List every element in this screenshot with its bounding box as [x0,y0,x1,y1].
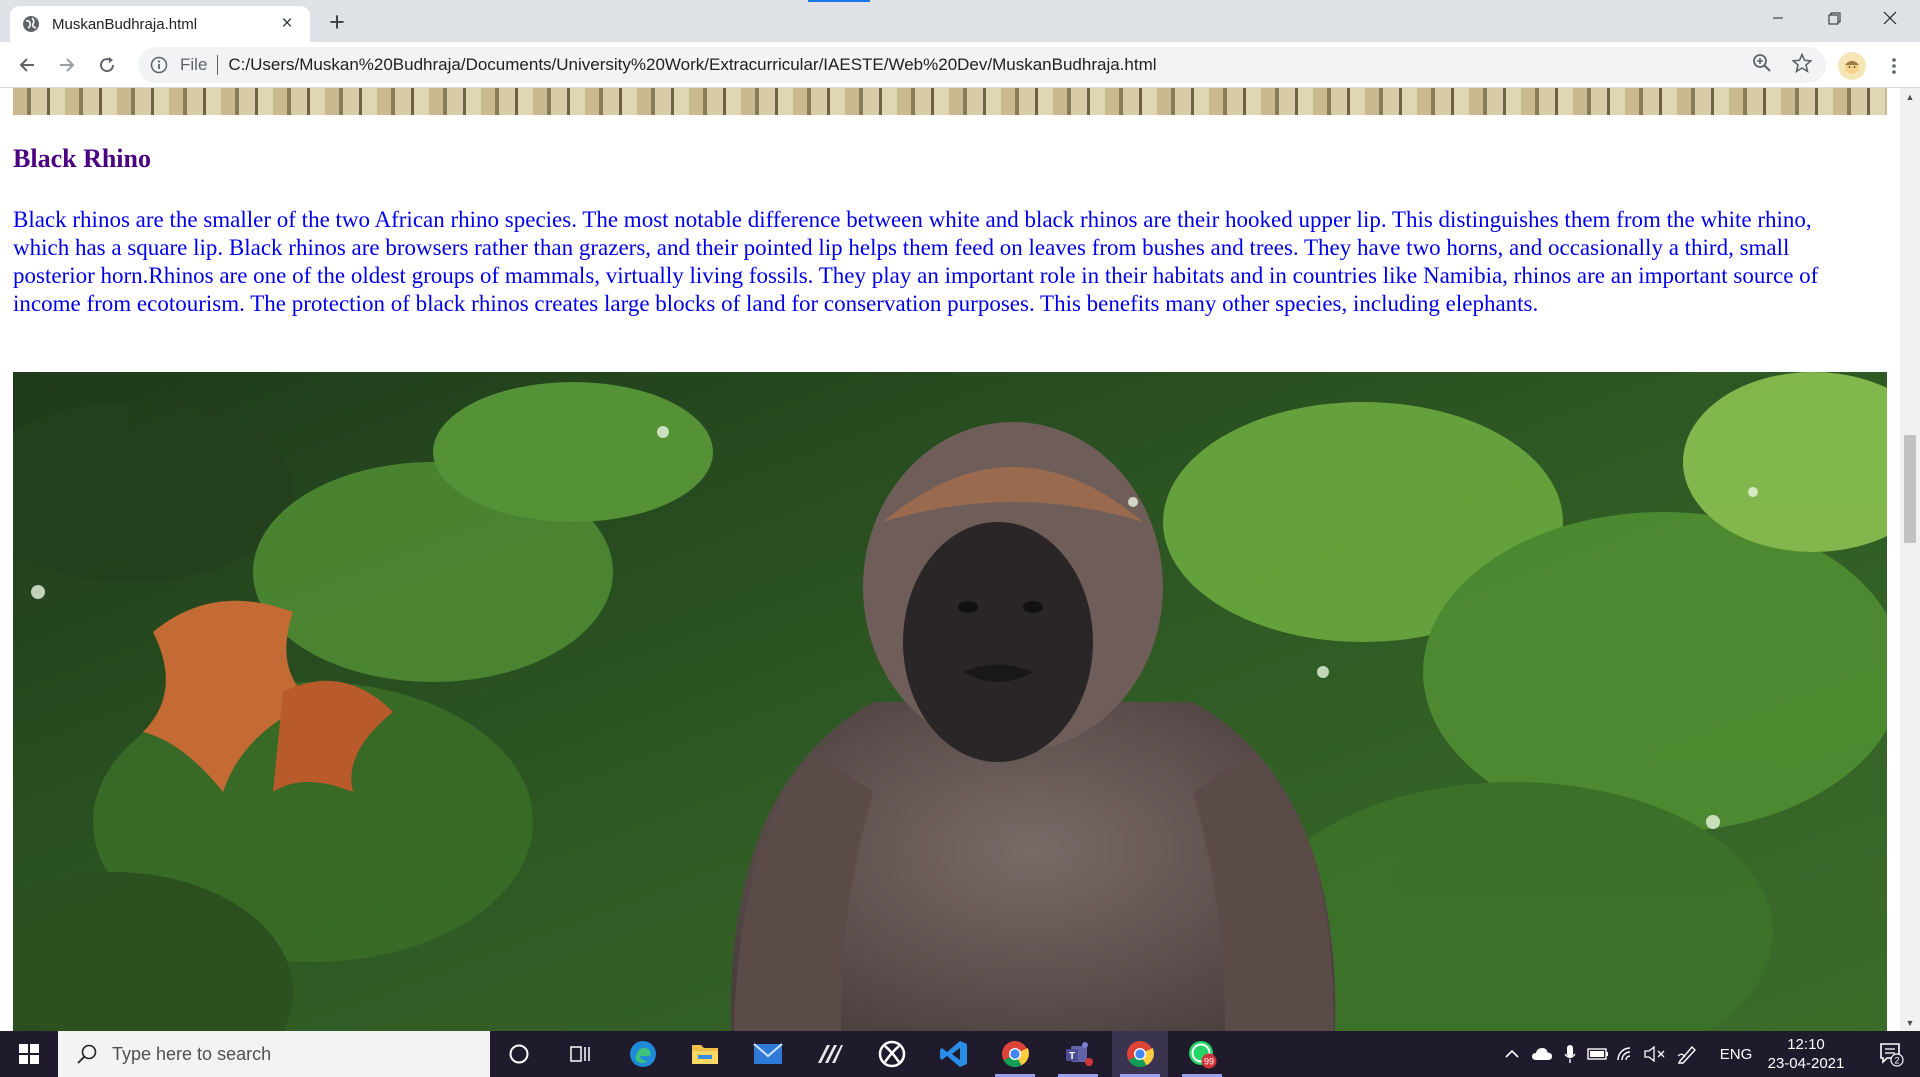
microphone-button[interactable] [1560,1031,1580,1077]
scroll-up-arrow-icon[interactable]: ▲ [1900,88,1920,105]
chrome-window-button[interactable] [1112,1031,1168,1077]
search-icon [77,1044,97,1064]
forward-icon [60,58,75,72]
pen-icon [1677,1045,1696,1064]
tab-strip: MuskanBudhraja.html × + [0,0,1920,42]
info-icon[interactable] [150,56,168,74]
windows-taskbar: Type here to search T 99 ENG 12:10 23-04… [0,1031,1920,1077]
cortana-button[interactable] [491,1031,547,1077]
tab-close-icon[interactable]: × [276,13,298,35]
zoom-button[interactable] [1750,51,1774,75]
mail-icon [753,1043,783,1064]
menu-icon [1892,58,1896,74]
whatsapp-icon: 99 [1189,1041,1217,1069]
url-text[interactable]: C:/Users/Muskan%20Budhraja/Documents/Uni… [228,55,1156,75]
volume-muted-icon [1644,1046,1665,1062]
new-tab-button[interactable]: + [322,7,352,37]
teams-button[interactable]: T [1050,1031,1106,1077]
url-scheme-label: File [180,55,208,74]
star-icon [1792,53,1812,73]
notification-icon: 2 [1880,1043,1904,1067]
file-explorer-icon [692,1045,718,1064]
notification-count: 2 [1894,1056,1899,1066]
whatsapp-badge: 99 [1204,1057,1214,1067]
chrome-icon [1127,1041,1154,1068]
menu-button[interactable] [1880,52,1908,80]
address-bar[interactable]: File C:/Users/Muskan%20Budhraja/Document… [138,47,1826,83]
file-explorer-button[interactable] [677,1031,733,1077]
minimize-icon [1773,17,1783,19]
taskbar-search[interactable]: Type here to search [58,1031,490,1077]
network-button[interactable] [1614,1031,1638,1077]
page-scrollbar[interactable]: ▲ ▼ [1900,88,1920,1031]
chevron-up-icon [1505,1049,1519,1058]
xbox-button[interactable] [864,1031,920,1077]
battery-icon [1587,1048,1608,1060]
start-button[interactable] [0,1031,58,1077]
battery-button[interactable] [1586,1031,1610,1077]
chrome-button[interactable] [987,1031,1043,1077]
clock-time: 12:10 [1787,1036,1825,1053]
back-button[interactable] [12,50,42,80]
microphone-icon [1564,1045,1576,1063]
pen-app-button[interactable] [802,1031,858,1077]
volume-button[interactable] [1642,1031,1668,1077]
back-icon [19,58,34,72]
action-center-button[interactable]: 2 [1862,1031,1920,1077]
section-heading: Black Rhino [13,144,151,173]
task-view-button[interactable] [552,1031,608,1077]
chrome-icon [1002,1041,1029,1068]
scrollbar-thumb[interactable] [1904,435,1916,543]
globe-icon [23,16,39,32]
gorilla-photo [13,372,1887,1031]
cortana-icon [509,1044,529,1064]
avatar[interactable] [1838,52,1866,80]
cloud-icon [1532,1048,1552,1060]
zoom-icon [1753,54,1771,72]
mail-button[interactable] [740,1031,796,1077]
avatar-face-icon [1845,60,1859,74]
tab-title: MuskanBudhraja.html [52,15,198,33]
edge-icon [630,1041,656,1067]
taskbar-clock[interactable]: 12:10 23-04-2021 [1762,1035,1850,1073]
pen-app-icon [818,1045,843,1063]
clock-date: 23-04-2021 [1767,1055,1845,1072]
page-viewport: Black Rhino Black rhinos are the smaller… [0,88,1900,1031]
xbox-icon [878,1040,906,1068]
vscode-button[interactable] [926,1031,982,1077]
scroll-down-arrow-icon[interactable]: ▼ [1900,1014,1920,1031]
whatsapp-button[interactable]: 99 [1174,1031,1230,1077]
windows-logo-icon [19,1044,39,1064]
bookmark-button[interactable] [1790,51,1814,75]
browser-tab[interactable]: MuskanBudhraja.html × [10,6,310,42]
task-view-icon [570,1046,590,1062]
savanna-image-bottom-edge [13,88,1887,115]
search-placeholder: Type here to search [112,1043,272,1064]
minimize-button[interactable] [1750,0,1806,36]
reload-icon [100,57,115,73]
reload-button[interactable] [92,50,122,80]
browser-toolbar: File C:/Users/Muskan%20Budhraja/Document… [0,42,1920,88]
section-paragraph: Black rhinos are the smaller of the two … [13,207,1819,316]
wifi-icon [1617,1047,1631,1061]
show-hidden-icons-button[interactable] [1500,1031,1524,1077]
close-icon [1883,11,1897,25]
language-indicator[interactable]: ENG [1714,1031,1758,1077]
edge-button[interactable] [615,1031,671,1077]
svg-text:T: T [1069,1051,1075,1062]
maximize-button[interactable] [1806,0,1862,36]
forward-button[interactable] [52,50,82,80]
loading-indicator [808,0,870,2]
teams-icon: T [1066,1042,1093,1066]
pen-workspace-button[interactable] [1674,1031,1702,1077]
onedrive-button[interactable] [1528,1031,1556,1077]
vscode-icon [940,1041,967,1067]
close-window-button[interactable] [1862,0,1918,36]
maximize-icon [1828,12,1840,24]
url-separator [217,55,219,75]
